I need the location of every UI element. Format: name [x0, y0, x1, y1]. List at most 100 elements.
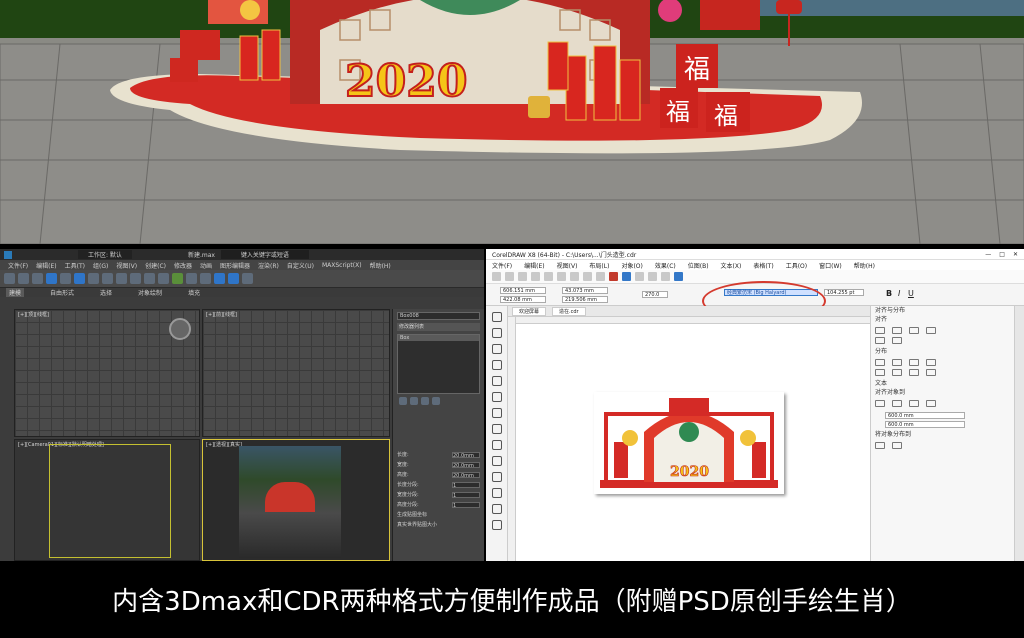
angle-snap-icon[interactable]	[130, 273, 141, 284]
align-bottom-icon[interactable]	[892, 337, 902, 344]
selection-extent-icon[interactable]	[875, 442, 885, 449]
material-editor-icon[interactable]	[200, 273, 211, 284]
render-icon[interactable]	[242, 273, 253, 284]
save-icon[interactable]	[518, 272, 527, 281]
export-icon[interactable]	[622, 272, 631, 281]
checkbox-row[interactable]: 生成贴图坐标	[397, 511, 480, 518]
undo-icon[interactable]	[583, 272, 592, 281]
parallel-dimension-icon[interactable]	[491, 472, 502, 482]
print-icon[interactable]	[531, 272, 540, 281]
crop-tool-icon[interactable]	[491, 344, 502, 354]
tab-modeling[interactable]: 建模	[6, 288, 25, 297]
show-end-result-icon[interactable]	[410, 397, 418, 405]
distribute-bottom-icon[interactable]	[909, 369, 919, 376]
max-menu-maxscript[interactable]: MAXScript(X)	[322, 262, 362, 269]
cdr-menu-file[interactable]: 文件(F)	[492, 261, 512, 270]
modifier-list-dropdown[interactable]: 修改器列表	[397, 323, 480, 331]
tab-freeform[interactable]: 自由形式	[50, 288, 74, 297]
cdr-menu-edit[interactable]: 编辑(E)	[524, 261, 544, 270]
param-field[interactable]: 20.0mm	[452, 461, 480, 469]
modifier-stack[interactable]: Box	[397, 334, 480, 394]
cdr-menu-table[interactable]: 表格(T)	[753, 261, 773, 270]
fill-tool-icon[interactable]	[491, 520, 502, 530]
param-field[interactable]: 20.0mm	[452, 471, 480, 479]
tab-welcome[interactable]: 欢迎屏幕	[512, 306, 547, 316]
distribute-space-icon[interactable]	[926, 359, 936, 366]
select-region-icon[interactable]	[60, 273, 71, 284]
max-menu-tools[interactable]: 工具(T)	[65, 261, 85, 270]
max-menu-graph-editors[interactable]: 图形编辑器	[220, 261, 250, 270]
rotate-icon[interactable]	[88, 273, 99, 284]
freehand-tool-icon[interactable]	[491, 376, 502, 386]
max-search-input[interactable]: 键入关键字或短语	[220, 250, 309, 259]
align-center-v-icon[interactable]	[875, 337, 885, 344]
checkbox-real-world-map[interactable]: 真实世界贴图大小	[397, 521, 437, 528]
render-frame-icon[interactable]	[228, 273, 239, 284]
viewport-front[interactable]: [+][前][线框]	[169, 309, 390, 437]
distribute-vspace-icon[interactable]	[926, 369, 936, 376]
coord-x-field[interactable]: 600.0 mm	[885, 412, 965, 419]
height-field[interactable]: 219.506 mm	[562, 296, 608, 303]
distribute-left-icon[interactable]	[875, 359, 885, 366]
layer-icon[interactable]	[172, 273, 183, 284]
coord-y-field[interactable]: 600.0 mm	[885, 421, 965, 428]
rotation-field[interactable]: 270.0	[642, 291, 668, 298]
max-menu-animation[interactable]: 动画	[200, 261, 212, 270]
tab-selection[interactable]: 选择	[100, 288, 112, 297]
max-menu-edit[interactable]: 编辑(E)	[36, 261, 56, 270]
distribute-middle-icon[interactable]	[892, 369, 902, 376]
eyedropper-icon[interactable]	[491, 504, 502, 514]
align-right-icon[interactable]	[909, 327, 919, 334]
zoom-level-icon[interactable]	[648, 272, 657, 281]
cut-icon[interactable]	[544, 272, 553, 281]
launch-icon[interactable]	[674, 272, 683, 281]
cdr-menu-object[interactable]: 对象(O)	[621, 261, 642, 270]
open-icon[interactable]	[505, 272, 514, 281]
checkbox-generate-mapping[interactable]: 生成贴图坐标	[397, 511, 427, 518]
undo-icon[interactable]	[4, 273, 15, 284]
text-tool-icon[interactable]	[491, 456, 502, 466]
page-center-icon[interactable]	[909, 400, 919, 407]
distribute-center-icon[interactable]	[892, 359, 902, 366]
max-menu-create[interactable]: 创建(C)	[145, 261, 166, 270]
modifier-stack-item[interactable]: Box	[398, 335, 479, 341]
scale-icon[interactable]	[102, 273, 113, 284]
maximize-icon[interactable]: □	[999, 251, 1005, 258]
cdr-menu-layout[interactable]: 布局(L)	[589, 261, 609, 270]
param-field[interactable]: 1	[452, 481, 480, 489]
cdr-menu-help[interactable]: 帮助(H)	[854, 261, 875, 270]
grid-icon[interactable]	[926, 400, 936, 407]
cdr-menu-window[interactable]: 窗口(W)	[819, 261, 842, 270]
align-top-icon[interactable]	[926, 327, 936, 334]
new-icon[interactable]	[492, 272, 501, 281]
max-menu-file[interactable]: 文件(F)	[8, 261, 28, 270]
import-icon[interactable]	[609, 272, 618, 281]
docker-side-tabs[interactable]	[1014, 306, 1024, 561]
param-field[interactable]: 20.0mm	[452, 451, 480, 459]
cdr-menu-bitmaps[interactable]: 位图(B)	[688, 261, 709, 270]
shape-tool-icon[interactable]	[491, 328, 502, 338]
copy-icon[interactable]	[557, 272, 566, 281]
max-menu-render[interactable]: 渲染(R)	[258, 261, 279, 270]
max-menu-group[interactable]: 组(G)	[93, 261, 108, 270]
cdr-menu-tools[interactable]: 工具(O)	[786, 261, 807, 270]
viewcube-icon[interactable]	[169, 318, 191, 340]
document-area[interactable]: 欢迎屏幕 造在.cdr 2020	[508, 306, 870, 561]
link-icon[interactable]	[32, 273, 43, 284]
snap-to-icon[interactable]	[661, 272, 670, 281]
paste-icon[interactable]	[570, 272, 579, 281]
connector-icon[interactable]	[491, 488, 502, 498]
close-icon[interactable]: ✕	[1013, 251, 1018, 258]
max-workspace-select[interactable]: 工作区: 默认	[78, 250, 132, 259]
distribute-right-icon[interactable]	[909, 359, 919, 366]
cdr-menu-text[interactable]: 文本(X)	[721, 261, 742, 270]
make-unique-icon[interactable]	[421, 397, 429, 405]
artwork-preview[interactable]: 2020	[594, 392, 784, 494]
minimize-icon[interactable]: —	[985, 251, 991, 258]
pin-stack-icon[interactable]	[399, 397, 407, 405]
object-name-field[interactable]: Box008	[397, 312, 480, 320]
max-menu-modifiers[interactable]: 修改器	[174, 261, 192, 270]
snap-icon[interactable]	[116, 273, 127, 284]
cdr-menu-view[interactable]: 视图(V)	[557, 261, 578, 270]
max-menu-help[interactable]: 帮助(H)	[370, 261, 391, 270]
